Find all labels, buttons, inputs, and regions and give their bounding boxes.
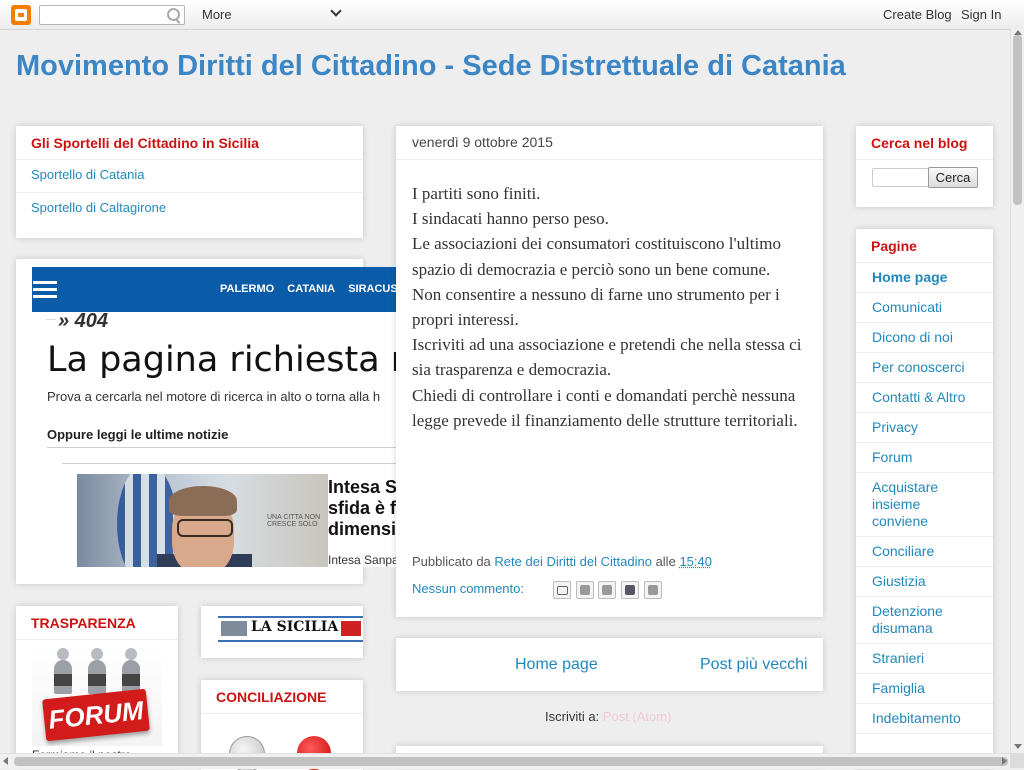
embed-nav-item[interactable]: PALERMO [220, 283, 274, 295]
published-by-label: Pubblicato da [412, 554, 491, 569]
hamburger-menu-icon[interactable] [33, 281, 57, 298]
lasicilia-logo[interactable]: LA SICILIA [218, 616, 363, 642]
navbar-search-input[interactable] [39, 5, 185, 25]
page-link-giustizia[interactable]: Giustizia [856, 567, 993, 597]
page-link-privacy[interactable]: Privacy [856, 413, 993, 443]
scroll-down-icon[interactable] [1014, 744, 1022, 749]
more-dropdown[interactable]: More [202, 7, 232, 22]
comments-link[interactable]: Nessun commento: [412, 581, 524, 596]
news-headline[interactable]: Intesa Sa sfida è fa dimensio [328, 477, 402, 540]
scroll-left-icon[interactable] [3, 757, 8, 765]
lasicilia-widget: LA SICILIA [201, 606, 363, 658]
embed-header-bar: PALERMO CATANIA SIRACUS [32, 267, 402, 312]
post-line: I sindacati hanno perso peso. [412, 209, 609, 229]
page-link-acquistare-insieme[interactable]: Acquistare insieme conviene [856, 473, 993, 537]
chevron-down-icon[interactable] [330, 5, 342, 17]
atom-feed-link[interactable]: Post (Atom) [603, 709, 672, 724]
page-link-comunicati[interactable]: Comunicati [856, 293, 993, 323]
blogger-share-icon[interactable] [575, 581, 594, 599]
page-link-indebitamento[interactable]: Indebitamento [856, 704, 993, 734]
sportelli-widget: Gli Sportelli del Cittadino in Sicilia S… [16, 126, 363, 238]
author-link[interactable]: Rete dei Diritti del Cittadino [494, 554, 652, 569]
page-link-home[interactable]: Home page [856, 263, 993, 293]
divider [62, 463, 402, 464]
subscribe-line: Iscriviti a: Post (Atom) [545, 709, 671, 724]
scroll-right-icon[interactable] [1002, 757, 1007, 765]
vertical-scrollbar[interactable] [1010, 29, 1024, 753]
widget-title: Gli Sportelli del Cittadino in Sicilia [16, 126, 363, 160]
post-line: Le associazioni dei consumatori costitui… [412, 234, 781, 279]
error-heading: La pagina richiesta non [47, 340, 402, 380]
page-link-contatti[interactable]: Contatti & Altro [856, 383, 993, 413]
widget-title: Cerca nel blog [856, 126, 993, 160]
error-text: Prova a cercarla nel motore di ricerca i… [47, 389, 381, 404]
widget-title: TRASPARENZA [16, 606, 178, 640]
news-photo[interactable]: UNA CITTA NON CRESCE SOLO [77, 474, 328, 567]
search-icon[interactable] [167, 8, 180, 21]
at-label: alle [655, 554, 676, 569]
scrollbar-corner [1010, 753, 1024, 768]
pinterest-share-icon[interactable] [643, 581, 662, 599]
widget-title: Pagine [856, 229, 993, 263]
blogger-navbar: More Create Blog Sign In [0, 0, 1024, 30]
page-link-dicono-di-noi[interactable]: Dicono di noi [856, 323, 993, 353]
photo-sign-text: UNA CITTA NON CRESCE SOLO [267, 514, 321, 528]
page-link-per-conoscerci[interactable]: Per conoscerci [856, 353, 993, 383]
blogger-logo-icon[interactable] [11, 5, 31, 25]
vertical-scroll-thumb[interactable] [1013, 35, 1022, 205]
post-body: I partiti sono finiti. I sindacati hanno… [412, 181, 812, 433]
latest-news-heading: Oppure leggi le ultime notizie [47, 427, 229, 442]
blog-pager: Home page Post più vecchi [396, 638, 823, 691]
embed-nav-item[interactable]: CATANIA [287, 283, 335, 295]
news-caption: Intesa Sanpa [328, 553, 399, 567]
embedded-news-frame[interactable]: PALERMO CATANIA SIRACUS » 404 La pagina … [32, 267, 402, 567]
embed-nav-item[interactable]: SIRACUS [348, 283, 398, 295]
embed-nav: PALERMO CATANIA SIRACUS [220, 283, 402, 295]
widget-title: CONCILIAZIONE [201, 680, 363, 714]
blog-search-input[interactable] [872, 168, 929, 187]
forum-sign: FORUM [42, 688, 150, 742]
page-link-stranieri[interactable]: Stranieri [856, 644, 993, 674]
sportelli-link-list: Sportello di Catania Sportello di Caltag… [16, 160, 363, 225]
post-time-link[interactable]: 15:40 [679, 554, 712, 569]
post-line: Chiedi di controllare i conti e domandat… [412, 385, 798, 430]
create-blog-link[interactable]: Create Blog [883, 7, 952, 22]
divider [46, 319, 56, 320]
page-link-detenzione[interactable]: Detenzione disumana [856, 597, 993, 644]
subscribe-label: Iscriviti a: [545, 709, 600, 724]
search-button[interactable]: Cerca [928, 167, 978, 188]
divider [47, 447, 402, 448]
post-footer: Pubblicato da Rete dei Diritti del Citta… [412, 554, 712, 569]
blog-title[interactable]: Movimento Diritti del Cittadino - Sede D… [16, 50, 846, 83]
post-line: Non consentire a nessuno di farne uno st… [412, 284, 780, 330]
email-share-icon[interactable] [553, 581, 571, 599]
embedded-news-widget: PALERMO CATANIA SIRACUS » 404 La pagina … [16, 259, 402, 584]
search-widget: Cerca nel blog Cerca [856, 126, 993, 207]
post-line: I partiti sono finiti. [412, 184, 541, 203]
page-link-forum[interactable]: Forum [856, 443, 993, 473]
error-code: » 404 [58, 310, 109, 332]
blog-post: venerdì 9 ottobre 2015 I partiti sono fi… [396, 126, 823, 617]
older-posts-link[interactable]: Post più vecchi [700, 656, 808, 674]
post-line: Iscriviti ad una associazione e pretendi… [412, 335, 802, 380]
twitter-share-icon[interactable] [598, 581, 617, 599]
share-buttons [553, 581, 663, 599]
sportello-catania-link[interactable]: Sportello di Catania [16, 160, 363, 193]
divider [396, 159, 823, 160]
post-date: venerdì 9 ottobre 2015 [412, 134, 553, 150]
home-page-link[interactable]: Home page [515, 656, 598, 674]
horizontal-scroll-thumb[interactable] [14, 757, 1008, 766]
pages-widget: Pagine Home page Comunicati Dicono di no… [856, 229, 993, 769]
lasicilia-logo-text: LA SICILIA [251, 619, 339, 635]
facebook-share-icon[interactable] [620, 581, 639, 599]
pages-list: Home page Comunicati Dicono di noi Per c… [856, 263, 993, 734]
horizontal-scrollbar[interactable] [0, 753, 1010, 769]
sign-in-link[interactable]: Sign In [961, 7, 1001, 22]
sportello-caltagirone-link[interactable]: Sportello di Caltagirone [16, 193, 363, 225]
page-link-conciliare[interactable]: Conciliare [856, 537, 993, 567]
page-link-famiglia[interactable]: Famiglia [856, 674, 993, 704]
forum-image[interactable]: FORUM [32, 646, 162, 746]
trasparenza-widget: TRASPARENZA FORUM Formiamo il nostro [16, 606, 178, 766]
